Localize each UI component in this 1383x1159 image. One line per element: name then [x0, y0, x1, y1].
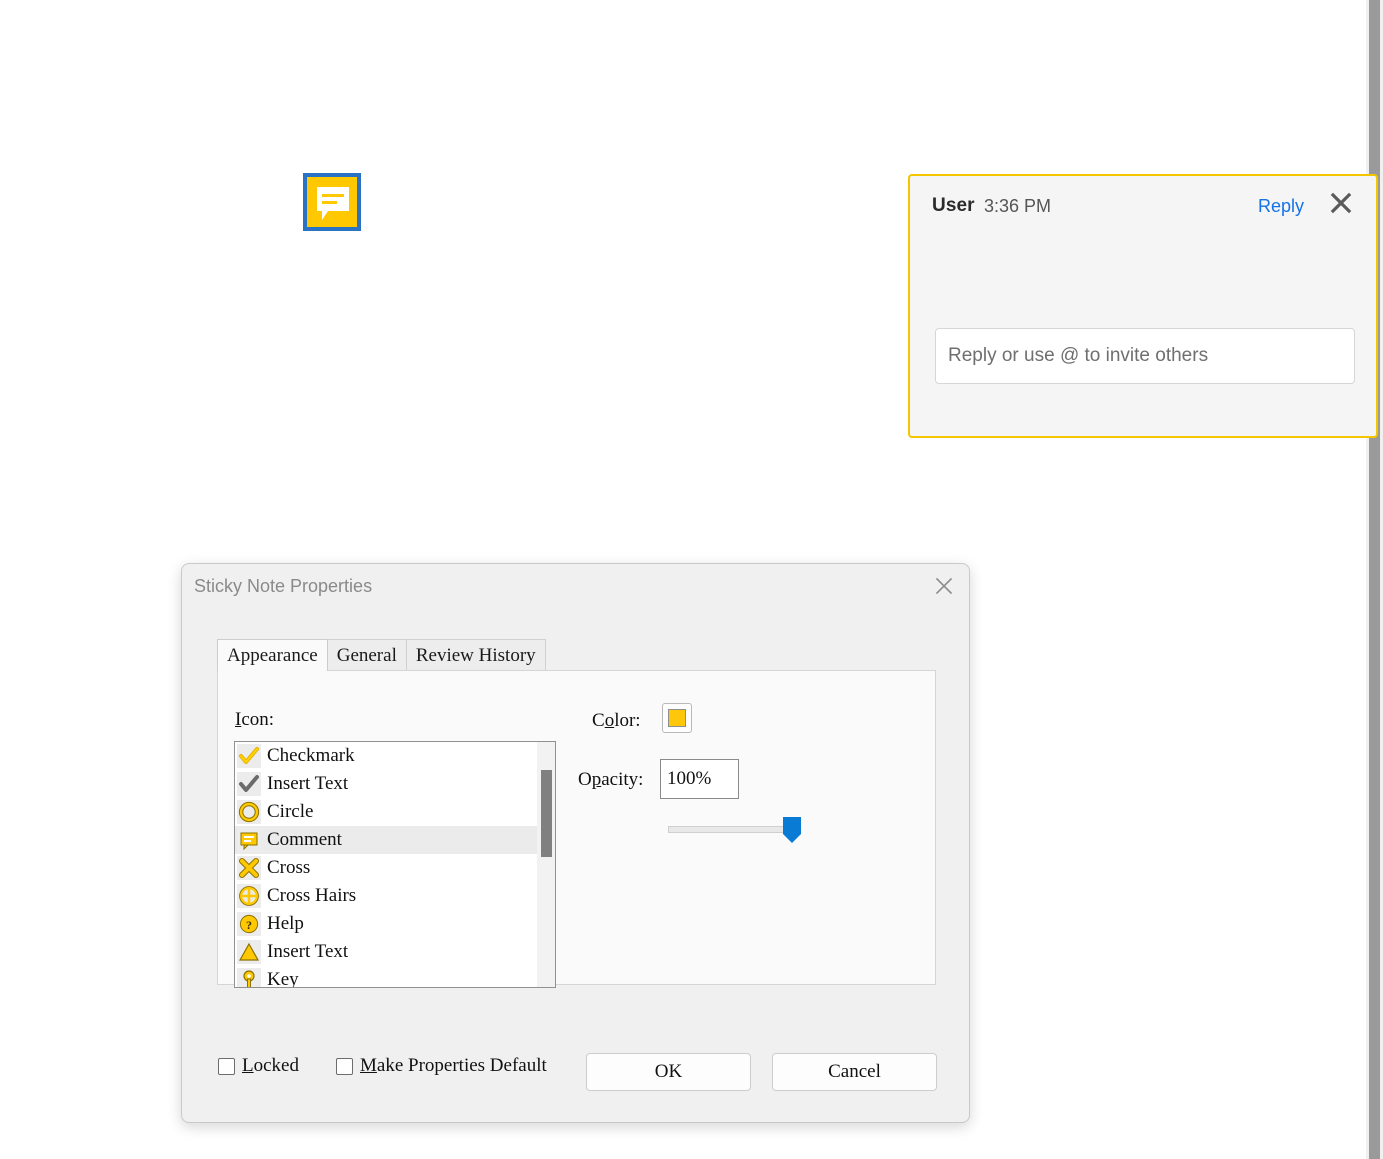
dialog-titlebar: Sticky Note Properties — [182, 564, 969, 608]
list-item-label: Help — [267, 913, 304, 935]
list-item-label: Key — [267, 969, 299, 988]
list-item[interactable]: Cross Hairs — [235, 882, 555, 910]
list-item[interactable]: Insert Text — [235, 938, 555, 966]
locked-checkbox-label: Locked — [242, 1055, 299, 1077]
comment-popup: User 3:36 PM Reply — [908, 174, 1378, 438]
color-label-accel: o — [605, 710, 615, 731]
icon-list-scrollbar-thumb[interactable] — [541, 770, 552, 857]
key-icon — [237, 968, 261, 988]
comment-popup-header: User 3:36 PM Reply — [910, 176, 1376, 238]
list-item-label: Circle — [267, 801, 313, 823]
opacity-label-pre: O — [578, 769, 592, 790]
tab-review-history[interactable]: Review History — [406, 639, 546, 671]
list-item[interactable]: Comment — [235, 826, 555, 854]
color-swatch-preview — [668, 709, 686, 727]
tab-label: Review History — [416, 645, 536, 667]
close-icon[interactable] — [1328, 190, 1354, 216]
help-icon: ? — [237, 912, 261, 936]
list-item-label: Insert Text — [267, 773, 348, 795]
reply-link[interactable]: Reply — [1258, 196, 1304, 217]
make-default-label-rest: ake Properties Default — [377, 1055, 547, 1076]
circle-icon — [237, 800, 261, 824]
tab-label: General — [337, 645, 397, 667]
cross-hairs-icon — [237, 884, 261, 908]
color-label-rest: lor: — [614, 710, 640, 731]
checkmark-yellow-icon — [237, 744, 261, 768]
locked-label-rest: ocked — [254, 1055, 299, 1076]
opacity-label-rest: acity: — [601, 769, 643, 790]
list-item-label: Checkmark — [267, 745, 355, 767]
close-icon[interactable] — [932, 574, 956, 598]
dialog-title: Sticky Note Properties — [194, 576, 372, 597]
list-item-label: Cross Hairs — [267, 885, 356, 907]
cancel-button[interactable]: Cancel — [772, 1053, 937, 1091]
opacity-label-accel: p — [592, 769, 602, 790]
list-item[interactable]: Checkmark — [235, 742, 555, 770]
tab-label: Appearance — [227, 645, 318, 667]
list-item[interactable]: Key — [235, 966, 555, 988]
comment-icon — [237, 828, 261, 852]
cross-icon — [237, 856, 261, 880]
appearance-tab-panel: Icon: Color: Opacity: — [217, 670, 936, 985]
make-default-checkbox-label: Make Properties Default — [360, 1055, 547, 1077]
bubble-line — [322, 201, 337, 204]
triangle-icon — [237, 940, 261, 964]
list-item[interactable]: Cross — [235, 854, 555, 882]
list-item[interactable]: ? Help — [235, 910, 555, 938]
icon-field-label: Icon: — [235, 709, 274, 731]
locked-accel: L — [242, 1055, 254, 1076]
dialog-tabs: Appearance General Review History — [217, 639, 545, 671]
icon-list-scrollbar[interactable] — [537, 742, 555, 987]
checkbox-box — [218, 1058, 235, 1075]
opacity-input[interactable] — [660, 759, 739, 799]
list-item-label: Cross — [267, 857, 310, 879]
sticky-note-properties-dialog: Sticky Note Properties Appearance Genera… — [181, 563, 970, 1123]
svg-text:?: ? — [246, 918, 252, 932]
sticky-note-comment-icon[interactable] — [303, 173, 361, 231]
color-field-label: Color: — [592, 710, 641, 732]
list-item-label: Comment — [267, 829, 342, 851]
tab-appearance[interactable]: Appearance — [217, 639, 328, 671]
tab-general[interactable]: General — [327, 639, 407, 671]
reply-input[interactable] — [935, 328, 1355, 384]
opacity-field-label: Opacity: — [578, 769, 643, 791]
list-item-label: Insert Text — [267, 941, 348, 963]
comment-author: User — [932, 195, 975, 217]
comment-timestamp: 3:36 PM — [984, 196, 1051, 217]
ok-button[interactable]: OK — [586, 1053, 751, 1091]
color-swatch-button[interactable] — [662, 703, 692, 733]
checkbox-box — [336, 1058, 353, 1075]
icon-label-rest: con: — [241, 709, 274, 730]
opacity-slider-thumb[interactable] — [783, 817, 801, 843]
bubble-line — [322, 194, 344, 197]
speech-bubble-icon — [317, 187, 349, 211]
list-item[interactable]: Circle — [235, 798, 555, 826]
make-properties-default-checkbox[interactable]: Make Properties Default — [336, 1055, 547, 1077]
opacity-slider-track — [668, 826, 793, 833]
icon-list[interactable]: Checkmark Insert Text — [234, 741, 556, 988]
color-label-pre: C — [592, 710, 605, 731]
list-item[interactable]: Insert Text — [235, 770, 555, 798]
opacity-slider[interactable] — [668, 813, 800, 845]
make-default-accel: M — [360, 1055, 377, 1076]
locked-checkbox[interactable]: Locked — [218, 1055, 299, 1077]
checkmark-grey-icon — [237, 772, 261, 796]
